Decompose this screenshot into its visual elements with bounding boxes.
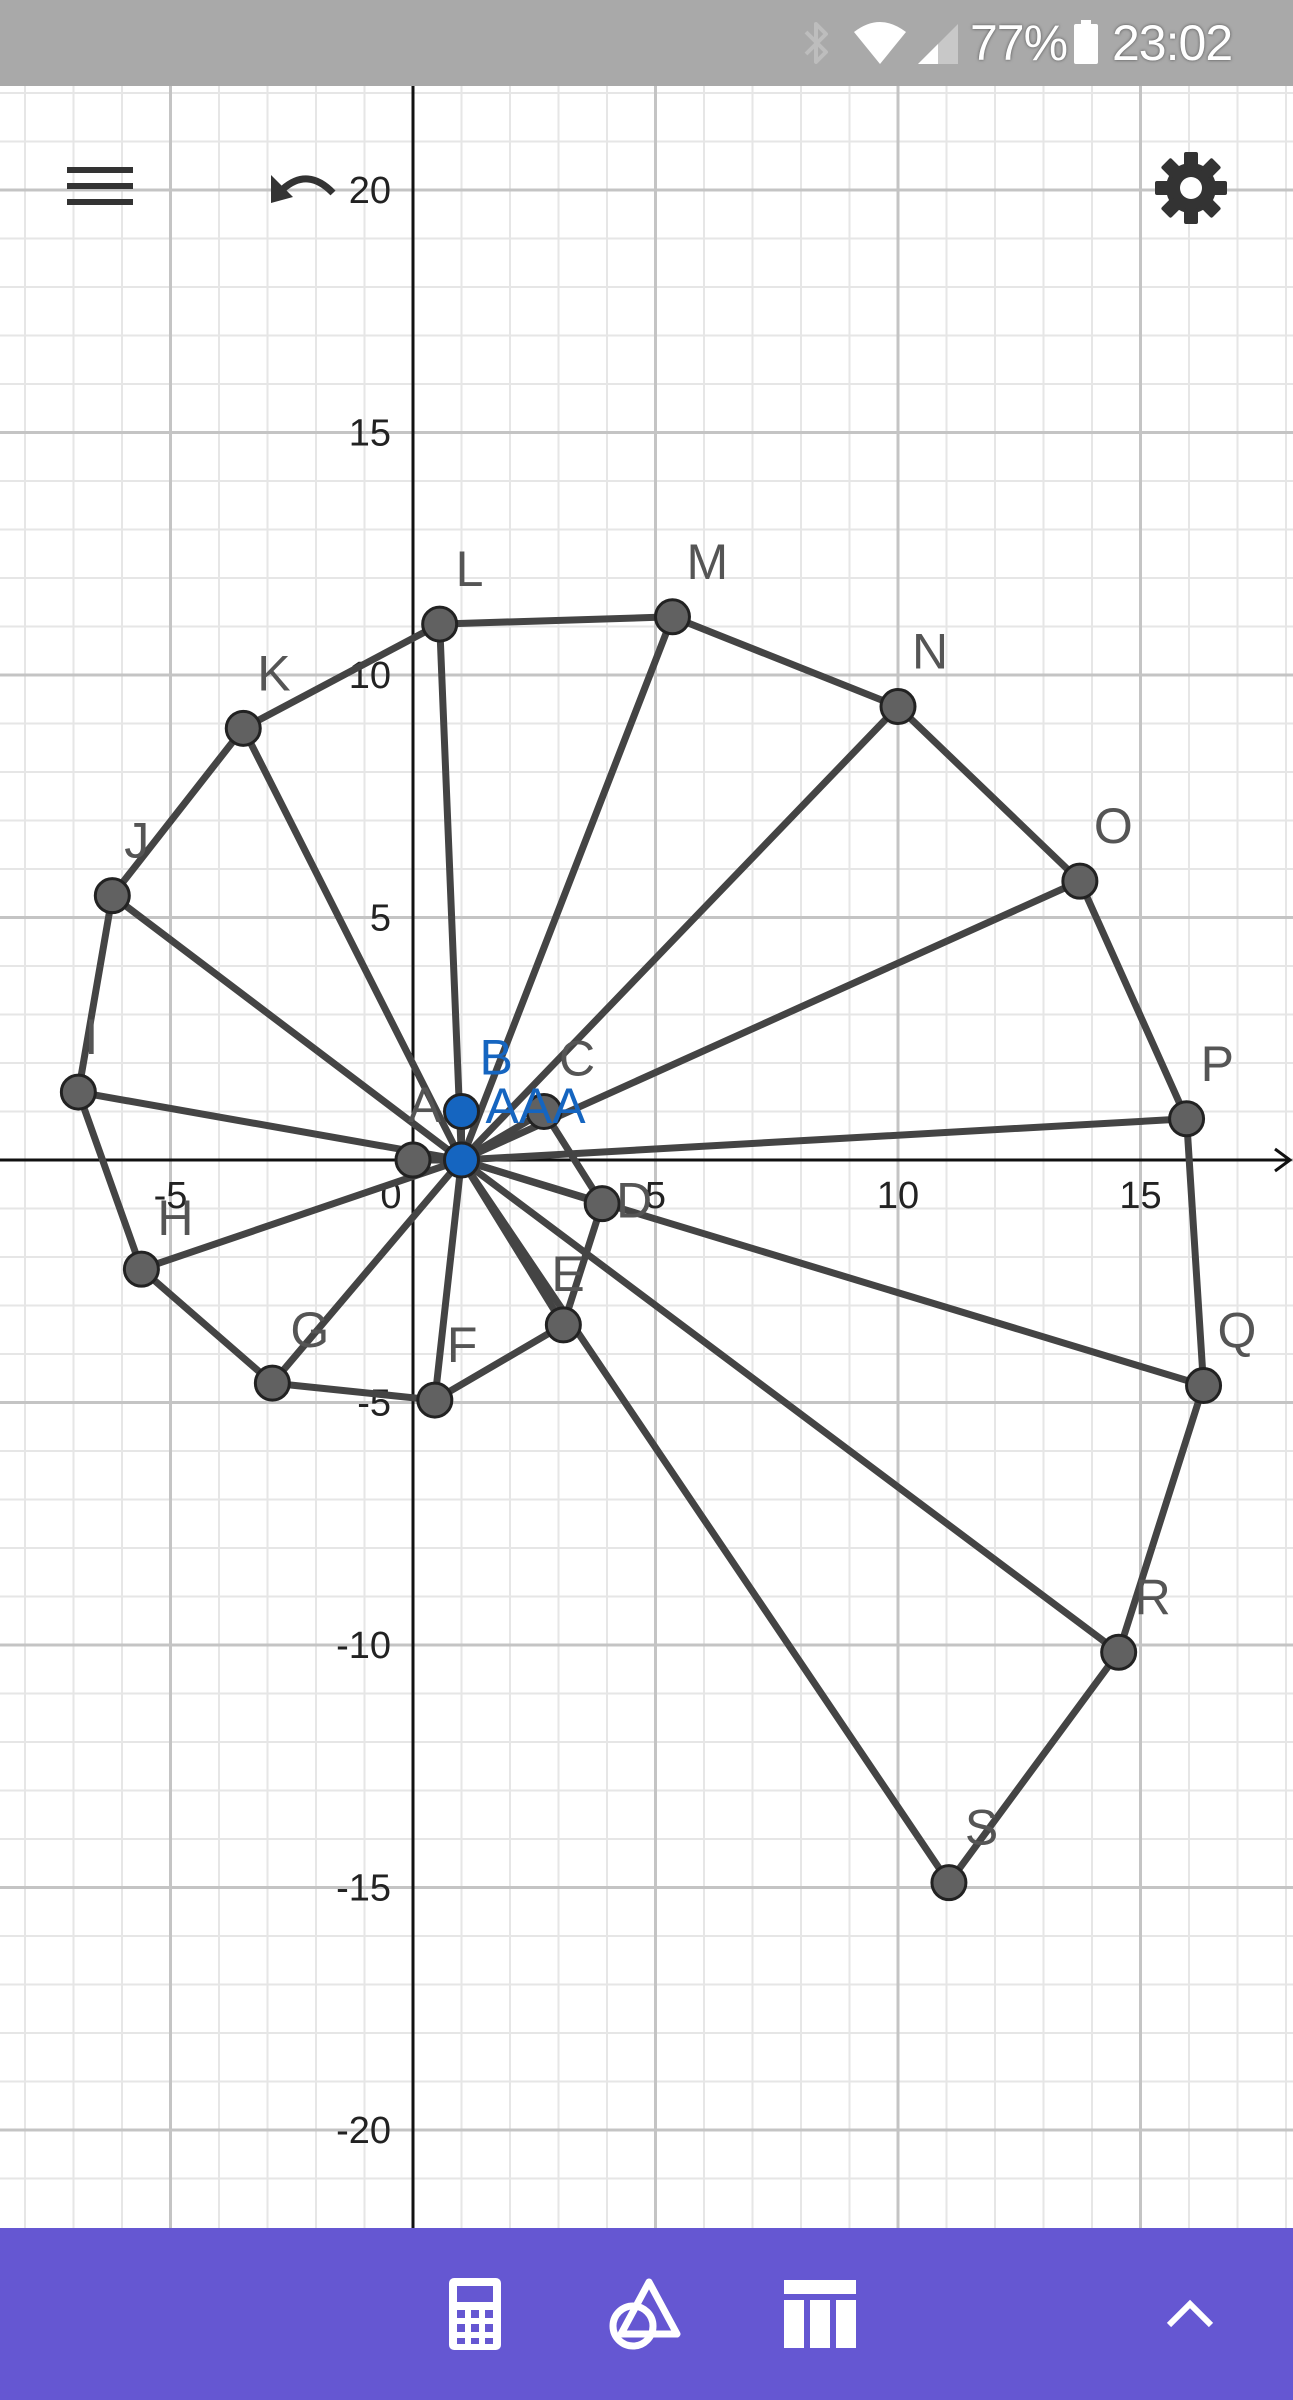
calculator-icon bbox=[449, 2278, 501, 2350]
label-c: C bbox=[559, 1031, 595, 1087]
point-s[interactable] bbox=[930, 1864, 968, 1902]
undo-button[interactable] bbox=[258, 150, 348, 222]
point-o[interactable] bbox=[1061, 862, 1099, 900]
point-i[interactable] bbox=[59, 1073, 97, 1111]
wifi-icon bbox=[852, 0, 912, 86]
table-view-button[interactable] bbox=[765, 2228, 875, 2400]
label-s: S bbox=[965, 1800, 998, 1856]
label-i: I bbox=[84, 1009, 98, 1065]
y-tick-label: 15 bbox=[349, 413, 391, 455]
y-tick-label: -10 bbox=[336, 1625, 391, 1667]
point-g[interactable] bbox=[253, 1364, 291, 1402]
edge-segment-mn[interactable] bbox=[668, 613, 902, 711]
label-b: B bbox=[480, 1030, 513, 1086]
point-e[interactable] bbox=[544, 1306, 582, 1344]
hamburger-menu-icon bbox=[67, 167, 133, 205]
point-d[interactable] bbox=[583, 1185, 621, 1223]
label-q: Q bbox=[1218, 1303, 1257, 1359]
status-bar: 77% 23:02 bbox=[0, 0, 1293, 86]
graph-canvas[interactable]: -5 0 5 10 152015105-5-10-15-20 A AAAB CDEFGHIJ… bbox=[0, 0, 1293, 2228]
spoke-segment-s[interactable] bbox=[458, 1156, 953, 1887]
geometry-tools-icon bbox=[609, 2278, 681, 2350]
point-q[interactable] bbox=[1185, 1367, 1223, 1405]
battery-icon bbox=[1072, 0, 1106, 86]
menu-button[interactable] bbox=[50, 150, 150, 222]
label-p: P bbox=[1201, 1036, 1234, 1092]
y-tick-label: 5 bbox=[370, 898, 391, 940]
label-k: K bbox=[257, 645, 290, 701]
edge-segment-fg[interactable] bbox=[268, 1379, 439, 1404]
undo-icon bbox=[271, 175, 336, 203]
clock: 23:02 bbox=[1112, 15, 1233, 71]
point-n[interactable] bbox=[879, 688, 917, 726]
bottom-toolbar bbox=[0, 2228, 1293, 2400]
tools-button[interactable] bbox=[590, 2228, 700, 2400]
edge-segment-gh[interactable] bbox=[137, 1265, 276, 1387]
y-tick-label: -5 bbox=[357, 1383, 391, 1425]
y-tick-label: -20 bbox=[336, 2110, 391, 2152]
table-icon bbox=[784, 2280, 856, 2348]
spoke-segment-r[interactable] bbox=[458, 1156, 1123, 1656]
point-h[interactable] bbox=[122, 1250, 160, 1288]
label-o: O bbox=[1094, 798, 1133, 854]
gear-icon bbox=[1155, 152, 1227, 224]
label-j: J bbox=[124, 813, 149, 869]
point-l[interactable] bbox=[421, 605, 459, 643]
point-m[interactable] bbox=[653, 598, 691, 636]
label-r: R bbox=[1135, 1569, 1171, 1625]
point-j[interactable] bbox=[93, 877, 131, 915]
chevron-up-icon bbox=[1166, 2299, 1214, 2328]
points[interactable] bbox=[59, 598, 1223, 1902]
point-b[interactable] bbox=[443, 1093, 480, 1130]
graphics-view[interactable]: -5 0 5 10 15 20 15 10 5 -5 -10 -15 -20 A AAA B C D E F G H I J… bbox=[0, 0, 1293, 2228]
y-tick-label: -15 bbox=[336, 1868, 391, 1910]
point-f[interactable] bbox=[416, 1381, 454, 1419]
point-p[interactable] bbox=[1168, 1100, 1206, 1138]
x-tick-label: 15 bbox=[1119, 1175, 1161, 1217]
spoke-segment-l[interactable] bbox=[436, 620, 465, 1164]
x-tick-label: 10 bbox=[877, 1175, 919, 1217]
label-h: H bbox=[157, 1190, 193, 1246]
label-e: E bbox=[551, 1246, 584, 1302]
battery-percent: 77% bbox=[970, 15, 1068, 71]
algebra-view-button[interactable] bbox=[420, 2228, 530, 2400]
point-aa[interactable] bbox=[443, 1141, 480, 1179]
bluetooth-icon bbox=[800, 0, 840, 86]
label-l: L bbox=[456, 541, 484, 597]
label-a: A bbox=[408, 1077, 442, 1133]
point-r[interactable] bbox=[1100, 1633, 1138, 1671]
point-a[interactable] bbox=[394, 1141, 432, 1179]
label-f: F bbox=[447, 1317, 478, 1373]
label-m: M bbox=[686, 534, 728, 590]
expand-button[interactable] bbox=[1140, 2228, 1240, 2400]
point-k[interactable] bbox=[224, 709, 262, 747]
label-g: G bbox=[290, 1302, 329, 1358]
label-d: D bbox=[616, 1173, 652, 1229]
signal-icon bbox=[914, 0, 964, 86]
edge-segment-lm[interactable] bbox=[436, 613, 676, 628]
edge-segment-hi[interactable] bbox=[74, 1088, 145, 1273]
label-n: N bbox=[912, 624, 948, 680]
y-tick-label: 20 bbox=[349, 170, 391, 212]
settings-button[interactable] bbox=[1146, 145, 1236, 231]
edge-segment-no[interactable] bbox=[894, 703, 1084, 885]
